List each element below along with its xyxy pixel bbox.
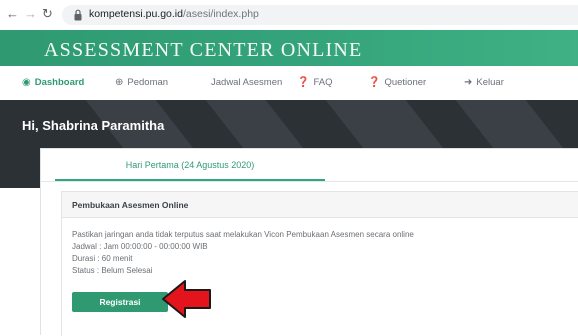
url-text: kompetensi.pu.go.id/asesi/index.php (89, 8, 259, 20)
site-banner: ASSESSMENT CENTER ONLINE (0, 30, 578, 66)
menu-item-label: FAQ (313, 77, 333, 88)
question-icon: ❓ (368, 77, 381, 88)
panel-header: Pembukaan Asesmen Online (62, 192, 578, 218)
tab-label: Hari Pertama (24 Agustus 2020) (125, 160, 255, 170)
lock-icon (74, 9, 82, 21)
browser-toolbar: ← → ↻ kompetensi.pu.go.id/asesi/index.ph… (0, 0, 578, 31)
annotation-arrow-icon (162, 280, 211, 318)
info-line: Pastikan jaringan anda tidak terputus sa… (72, 230, 414, 239)
tab-hari-pertama[interactable]: Hari Pertama (24 Agustus 2020) (55, 149, 325, 181)
registrasi-button[interactable]: Registrasi (72, 292, 168, 312)
menu-item-label: Quetioner (384, 77, 427, 88)
main-menu: ◉ Dashboard ⊕ Pedoman Jadwal Asesmen ❓ FAQ … (0, 66, 578, 101)
info-line: Jadwal : Jam 00:00:00 - 00:00:00 WIB (72, 242, 208, 251)
menu-item-faq[interactable]: ❓ FAQ (297, 77, 332, 88)
menu-item-jadwal-asesmen[interactable]: Jadwal Asesmen (211, 77, 282, 88)
globe-icon: ⊕ (115, 77, 124, 88)
reload-icon[interactable]: ↻ (42, 6, 53, 22)
sign-out-icon: ➜ (464, 77, 473, 88)
info-line: Status : Belum Selesai (72, 266, 153, 275)
url-domain: kompetensi.pu.go.id (89, 8, 183, 20)
url-path: /asesi/index.php (182, 8, 259, 20)
session-panel: Pembukaan Asesmen Online Pastikan jaring… (61, 191, 578, 336)
dashboard-icon: ◉ (22, 77, 31, 88)
menu-item-pedoman[interactable]: ⊕ Pedoman (115, 77, 168, 88)
menu-item-label: Keluar (476, 77, 504, 88)
menu-item-dashboard[interactable]: ◉ Dashboard (22, 77, 84, 88)
menu-item-label: Jadwal Asesmen (211, 77, 283, 88)
schedule-card: Hari Pertama (24 Agustus 2020) Pembukaan… (40, 148, 578, 336)
menu-item-label: Dashboard (34, 77, 85, 88)
question-icon: ❓ (297, 77, 310, 88)
address-bar[interactable]: kompetensi.pu.go.id/asesi/index.php (62, 5, 578, 25)
panel-title: Pembukaan Asesmen Online (72, 200, 189, 210)
greeting-text: Hi, Shabrina Paramitha (22, 118, 165, 133)
menu-item-keluar[interactable]: ➜ Keluar (464, 77, 504, 88)
day-tabs: Hari Pertama (24 Agustus 2020) (41, 149, 578, 182)
menu-item-quetioner[interactable]: ❓ Quetioner (368, 77, 426, 88)
info-line: Durasi : 60 menit (72, 254, 133, 263)
arrow-right-icon[interactable]: → (24, 6, 37, 22)
menu-item-label: Pedoman (127, 77, 169, 88)
arrow-left-icon[interactable]: ← (6, 6, 19, 22)
site-title: ASSESSMENT CENTER ONLINE (44, 39, 363, 61)
